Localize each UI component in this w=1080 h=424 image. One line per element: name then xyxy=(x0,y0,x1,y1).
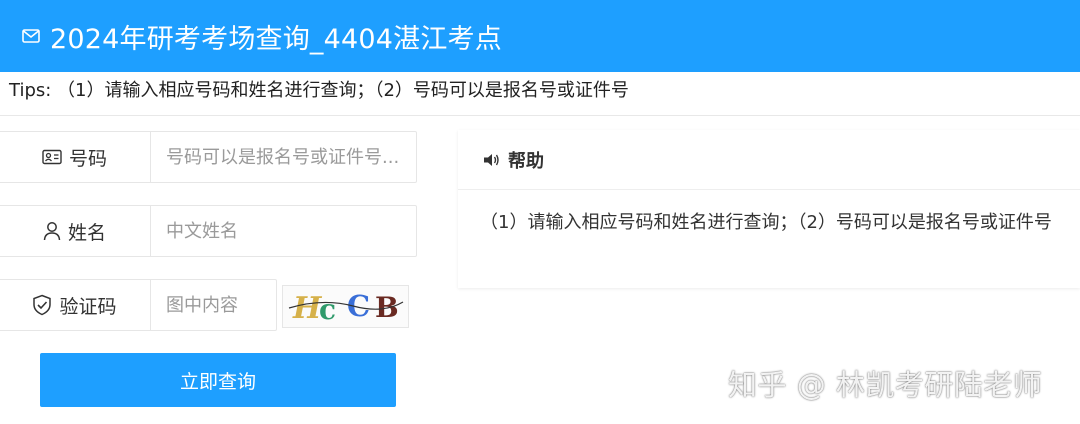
name-label: 姓名 xyxy=(0,206,151,256)
shield-icon xyxy=(33,294,52,316)
number-label: 号码 xyxy=(0,132,151,182)
submit-button[interactable]: 立即查询 xyxy=(40,353,396,407)
svg-text:c: c xyxy=(319,293,336,326)
id-card-icon xyxy=(42,149,62,165)
captcha-label: 验证码 xyxy=(0,280,151,330)
number-label-text: 号码 xyxy=(68,147,107,170)
tips-text: Tips: （1）请输入相应号码和姓名进行查询；（2）号码可以是报名号或证件号 xyxy=(9,80,629,101)
number-field: 号码 xyxy=(0,131,417,183)
page-title: 2024年研考考场查询_4404湛江考点 xyxy=(50,23,502,55)
help-body: （1）请输入相应号码和姓名进行查询；（2）号码可以是报名号或证件号 xyxy=(480,212,1052,233)
page-header: 2024年研考考场查询_4404湛江考点 xyxy=(0,0,1080,72)
help-panel: 帮助 （1）请输入相应号码和姓名进行查询；（2）号码可以是报名号或证件号 xyxy=(458,130,1080,288)
svg-text:B: B xyxy=(375,291,399,324)
captcha-label-text: 验证码 xyxy=(59,295,117,318)
captcha-image[interactable]: H c C B xyxy=(282,285,409,328)
svg-text:C: C xyxy=(347,289,370,323)
captcha-field: 验证码 xyxy=(0,279,277,331)
name-label-text: 姓名 xyxy=(67,221,106,244)
divider xyxy=(0,115,1080,116)
speaker-icon xyxy=(484,153,499,166)
user-icon xyxy=(43,222,61,241)
help-title: 帮助 xyxy=(508,150,544,172)
mail-icon xyxy=(22,29,40,43)
captcha-input[interactable] xyxy=(151,280,274,330)
name-field: 姓名 xyxy=(0,205,417,257)
name-input[interactable] xyxy=(151,206,414,256)
help-header: 帮助 xyxy=(458,130,1080,190)
number-input[interactable] xyxy=(151,132,414,182)
watermark: 知乎 @ 林凯考研陆老师 xyxy=(728,368,1043,402)
